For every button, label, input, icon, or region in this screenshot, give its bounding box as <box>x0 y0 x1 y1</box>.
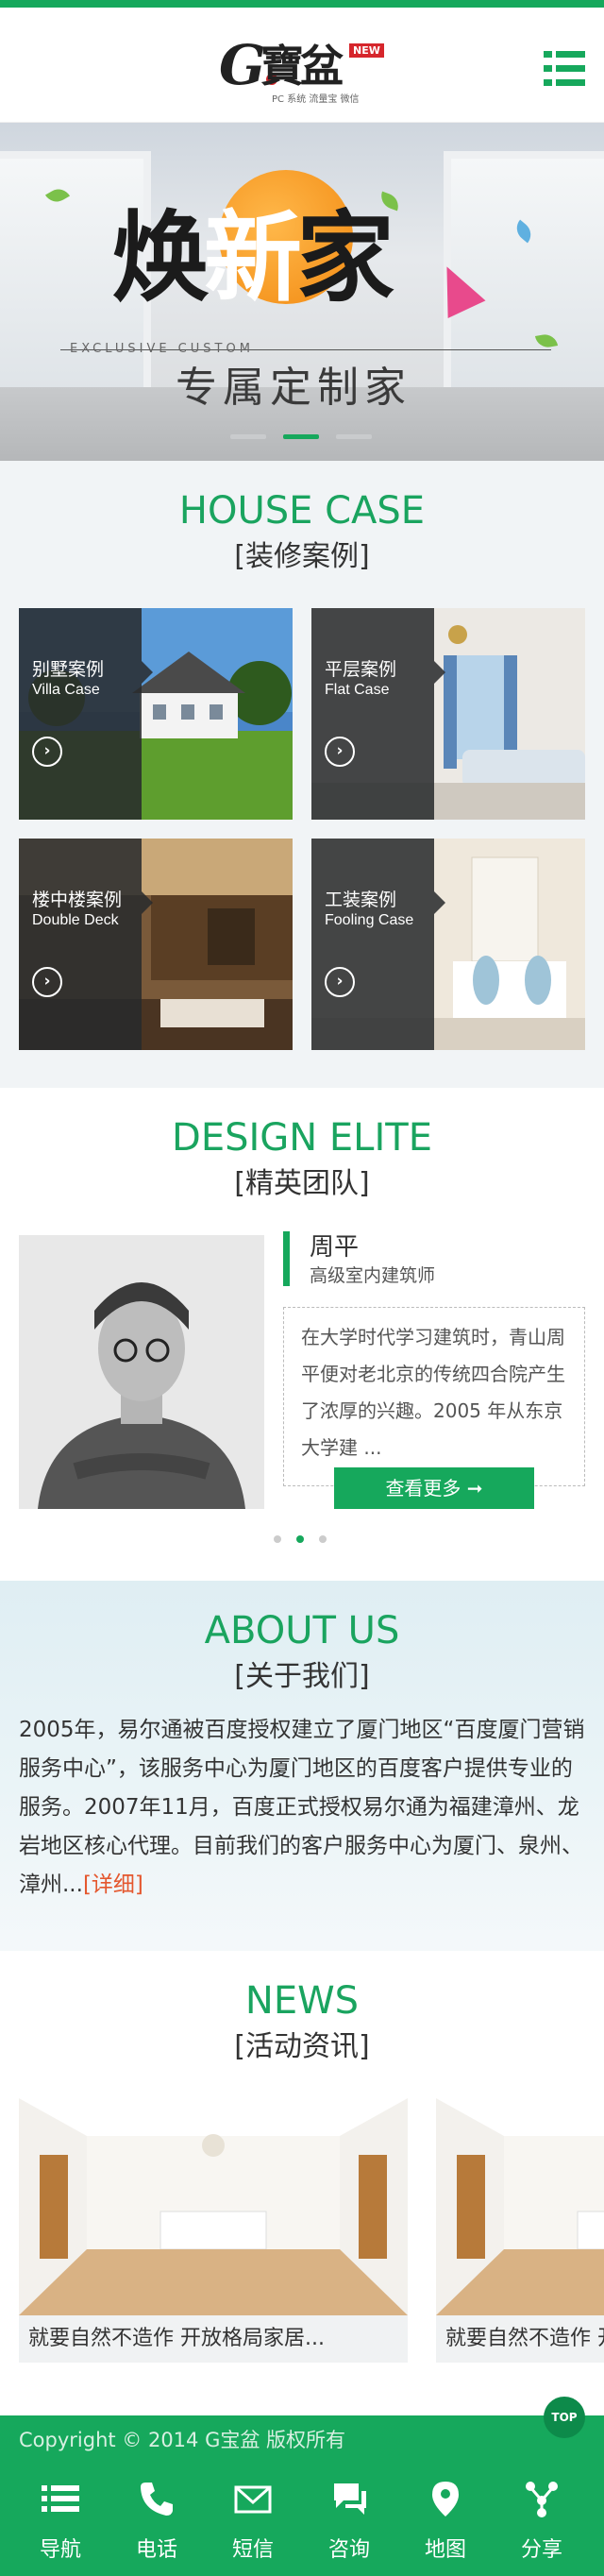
menu-icon[interactable] <box>544 51 585 87</box>
card-overlay <box>311 839 434 1050</box>
banner-title: 焕新家 <box>111 206 394 310</box>
case-card-double-deck[interactable]: 楼中楼案例 Double Deck › <box>19 839 293 1050</box>
bottom-tab-bar: 导航 电话 短信 咨询 地图 分享 <box>0 2465 604 2576</box>
banner-title-char: 焕 <box>111 199 210 315</box>
tab-label: 短信 <box>231 2538 274 2562</box>
tab-map[interactable]: 地图 <box>397 2465 494 2576</box>
map-pin-icon <box>432 2482 459 2517</box>
elite-dot-1[interactable] <box>274 1535 281 1543</box>
tab-label: 分享 <box>520 2538 562 2562</box>
card-overlay-arrow <box>142 891 153 914</box>
chevron-right-circle-icon[interactable]: › <box>325 967 355 997</box>
elite-pagination <box>274 1535 330 1545</box>
card-title-cn: 楼中楼案例 <box>32 890 123 910</box>
logo-name: 寶盆 <box>260 41 344 92</box>
news-photo <box>436 2098 604 2315</box>
tab-label: 电话 <box>135 2538 177 2562</box>
banner-title-char: 家 <box>296 199 394 315</box>
hero-banner[interactable]: 焕新家 EXCLUSIVE CUSTOM 专属定制家 <box>0 123 604 461</box>
news-photo <box>19 2098 408 2315</box>
chevron-right-circle-icon[interactable]: › <box>32 967 62 997</box>
news-caption: 就要自然不造作 开放格局家居... <box>436 2315 604 2363</box>
tab-share[interactable]: 分享 <box>494 2465 590 2576</box>
designer-role: 高级室内建筑师 <box>310 1265 436 1286</box>
phone-icon <box>141 2483 173 2516</box>
top-accent-line <box>0 0 604 8</box>
house-case-section: HOUSE CASE [装修案例] 别墅案例 Villa Case › 平层案例… <box>0 461 604 1088</box>
section-title-en: DESIGN ELITE <box>172 1116 432 1160</box>
chevron-right-circle-icon[interactable]: › <box>32 737 62 767</box>
banner-subtitle: 专属定制家 <box>176 364 411 412</box>
designer-bio-box: 在大学时代学习建筑时，青山周平便对老北京的传统四合院产生了浓厚的兴趣。2005 … <box>283 1307 585 1486</box>
view-more-button[interactable]: 查看更多 ➞ <box>334 1467 534 1509</box>
section-title-cn: [关于我们] <box>234 1660 370 1693</box>
banner-pagination <box>230 434 374 440</box>
envelope-icon <box>234 2485 272 2514</box>
banner-dot-3[interactable] <box>336 434 372 439</box>
news-item[interactable]: 就要自然不造作 开放格局家居... <box>436 2098 604 2363</box>
about-section: ABOUT US [关于我们] 2005年，易尔通被百度授权建立了厦门地区“百度… <box>0 1581 604 1951</box>
design-elite-section: DESIGN ELITE [精英团队] 周平 高级室内建筑师 在大学时代学习建筑… <box>0 1088 604 1581</box>
news-section: NEWS [活动资讯] 就要自然不造作 开放格局家居... 就要自然不造作 <box>0 1951 604 2415</box>
tab-label: 地图 <box>424 2538 466 2562</box>
tab-sms[interactable]: 短信 <box>205 2465 301 2576</box>
card-overlay-arrow <box>434 891 445 914</box>
tab-label: 导航 <box>39 2538 81 2562</box>
back-to-top-button[interactable]: TOP <box>544 2397 585 2438</box>
designer-bio: 在大学时代学习建筑时，青山周平便对老北京的传统四合院产生了浓厚的兴趣。2005 … <box>301 1326 565 1459</box>
tab-nav[interactable]: 导航 <box>12 2465 109 2576</box>
tab-consult[interactable]: 咨询 <box>301 2465 397 2576</box>
about-body: 2005年，易尔通被百度授权建立了厦门地区“百度厦门营销服务中心”，该服务中心为… <box>19 1718 585 1897</box>
section-title-cn: [活动资讯] <box>234 2030 370 2063</box>
case-card-flat[interactable]: 平层案例 Flat Case › <box>311 608 585 820</box>
section-title-cn: [精英团队] <box>234 1167 370 1200</box>
about-text: 2005年，易尔通被百度授权建立了厦门地区“百度厦门营销服务中心”，该服务中心为… <box>19 1711 589 1905</box>
copyright-bar: Copyright © 2014 G宝盆 版权所有 <box>0 2415 604 2465</box>
banner-dot-2[interactable] <box>283 434 319 439</box>
section-title-cn: [装修案例] <box>234 540 370 573</box>
card-title-en: Double Deck <box>32 912 119 928</box>
header: G 寶盆 NEW PC 系统 流量宝 微信 <box>0 8 604 123</box>
logo-tagline: PC 系统 流量宝 微信 <box>272 94 360 105</box>
card-title-cn: 工装案例 <box>325 890 397 910</box>
designer-photo <box>19 1235 264 1509</box>
elite-dot-2[interactable] <box>296 1535 304 1543</box>
designer-name: 周平 <box>310 1233 360 1262</box>
banner-dot-1[interactable] <box>230 434 266 439</box>
logo-letter: G <box>219 33 266 97</box>
logo[interactable]: G 寶盆 NEW PC 系统 流量宝 微信 <box>219 33 385 105</box>
card-overlay-arrow <box>142 661 153 684</box>
case-card-villa[interactable]: 别墅案例 Villa Case › <box>19 608 293 820</box>
card-title-en: Fooling Case <box>325 912 414 928</box>
news-item[interactable]: 就要自然不造作 开放格局家居... <box>19 2098 408 2363</box>
list-icon <box>42 2485 79 2512</box>
card-title-cn: 别墅案例 <box>32 659 105 680</box>
elite-dot-3[interactable] <box>319 1535 327 1543</box>
designer-portrait <box>19 1235 264 1509</box>
chat-icon <box>334 2483 366 2515</box>
name-accent-bar <box>283 1231 290 1286</box>
card-overlay <box>19 839 142 1050</box>
card-overlay-arrow <box>434 661 445 684</box>
card-overlay <box>311 608 434 820</box>
page: G 寶盆 NEW PC 系统 流量宝 微信 焕新家 EXCLUSIVE CUST… <box>0 0 604 2576</box>
chevron-right-circle-icon[interactable]: › <box>325 737 355 767</box>
card-title-cn: 平层案例 <box>325 659 397 680</box>
banner-title-char: 新 <box>204 199 302 315</box>
tab-phone[interactable]: 电话 <box>109 2465 205 2576</box>
case-card-fooling[interactable]: 工装案例 Fooling Case › <box>311 839 585 1050</box>
section-title-en: NEWS <box>244 1979 360 2023</box>
section-title-en: HOUSE CASE <box>178 489 426 533</box>
news-caption: 就要自然不造作 开放格局家居... <box>19 2315 408 2363</box>
share-icon <box>526 2482 558 2517</box>
copyright-text: Copyright © 2014 G宝盆 版权所有 <box>19 2429 346 2451</box>
about-more-link[interactable]: [详细] <box>83 1873 143 1897</box>
card-overlay <box>19 608 142 820</box>
logo-badge: NEW <box>349 43 384 58</box>
tab-label: 咨询 <box>327 2538 370 2562</box>
section-title-en: ABOUT US <box>204 1609 400 1652</box>
card-title-en: Flat Case <box>325 682 390 698</box>
card-title-en: Villa Case <box>32 682 100 698</box>
